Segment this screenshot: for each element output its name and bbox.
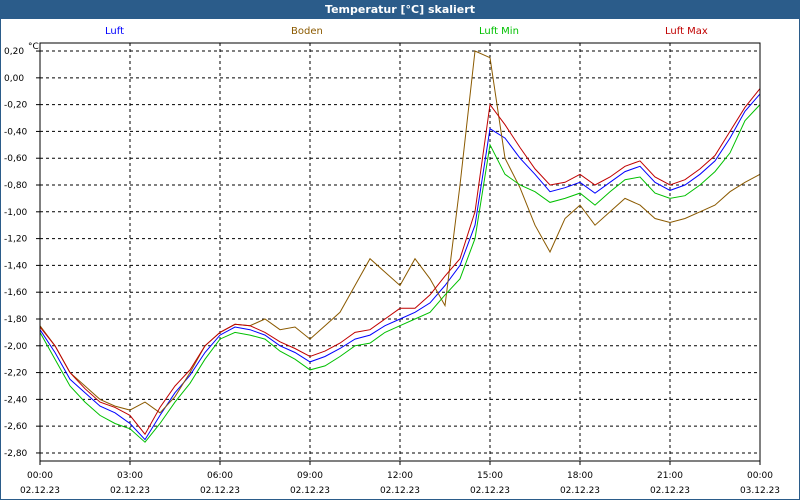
- y-tick-label: -1,80: [4, 315, 28, 325]
- y-tick-label: -0,60: [4, 154, 28, 164]
- x-tick-date: 02.12.23: [110, 486, 150, 496]
- x-tick-time: 09:00: [297, 471, 323, 481]
- x-tick-time: 12:00: [387, 471, 413, 481]
- x-tick-time: 03:00: [117, 471, 143, 481]
- y-tick-label: -2,40: [4, 395, 28, 405]
- y-tick-label: -1,40: [4, 261, 28, 271]
- x-tick-date: 02.12.23: [650, 486, 690, 496]
- y-tick-labels: 0,20 0,00 -0,20 -0,40 -0,60 -0,80 -1,00 -1,20 -1…: [4, 47, 28, 459]
- x-tick-time: 00:00: [27, 471, 53, 481]
- grid-layer: [36, 43, 761, 465]
- x-tick-time: 18:00: [567, 471, 593, 481]
- y-tick-label: -1,60: [4, 288, 28, 298]
- x-tick-time: 00:00: [747, 471, 773, 481]
- y-tick-label: -2,20: [4, 369, 28, 379]
- y-tick-label: -0,40: [4, 127, 28, 137]
- x-tick-date: 03.12.23: [740, 486, 780, 496]
- y-tick-label: 0,20: [4, 47, 24, 57]
- y-tick-label: 0,00: [4, 74, 24, 84]
- x-tick-date: 02.12.23: [380, 486, 420, 496]
- y-tick-label: -2,80: [4, 449, 28, 459]
- y-tick-label: -0,80: [4, 181, 28, 191]
- temperature-plot: °C 0,20 0,00 -0,20 -0,40 -0,60 -0,80 -1,00 -1,2…: [4, 42, 780, 496]
- y-tick-label: -2,00: [4, 342, 28, 352]
- y-tick-label: -1,00: [4, 208, 28, 218]
- x-tick-labels: 00:00 02.12.23 03:00 02.12.23 06:00 02.12.23 0…: [20, 471, 780, 496]
- x-tick-date: 02.12.23: [560, 486, 600, 496]
- x-tick-date: 02.12.23: [200, 486, 240, 496]
- y-tick-label: -1,20: [4, 235, 28, 245]
- x-tick-time: 21:00: [657, 471, 683, 481]
- y-tick-label: -2,60: [4, 422, 28, 432]
- x-tick-date: 02.12.23: [20, 486, 60, 496]
- chart-window: Temperatur [°C] skaliert Luft Boden Luft…: [0, 0, 800, 500]
- y-tick-label: -0,20: [4, 101, 28, 111]
- x-tick-date: 02.12.23: [290, 486, 330, 496]
- x-tick-time: 06:00: [207, 471, 233, 481]
- x-tick-date: 02.12.23: [470, 486, 510, 496]
- y-axis-unit-label: °C: [28, 42, 39, 52]
- x-tick-time: 15:00: [477, 471, 503, 481]
